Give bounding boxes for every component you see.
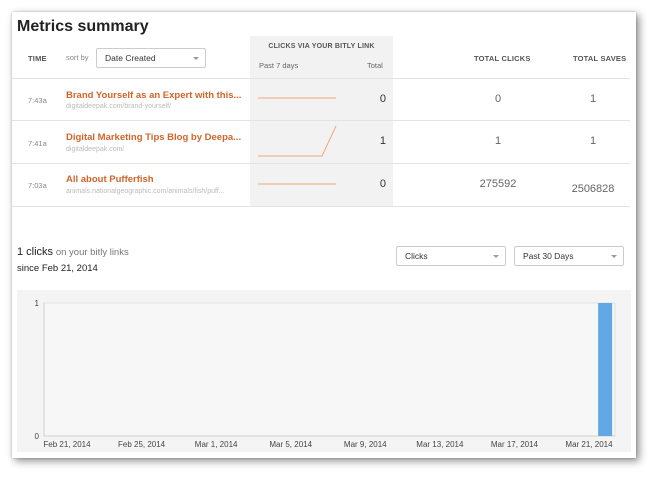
link-title[interactable]: Digital Marketing Tips Blog by Deepa... (66, 132, 241, 143)
row-time: 7:03a (28, 181, 47, 190)
divider (12, 206, 630, 207)
sort-select-value: Date Created (105, 53, 156, 63)
total-clicks-value: 0 (494, 93, 502, 105)
total-saves-value: 2506828 (571, 183, 615, 195)
sparkline (258, 183, 336, 185)
total-clicks-value: 275592 (479, 178, 517, 190)
clicks-total-label: Total (367, 61, 383, 70)
y-tick-label: 0 (35, 432, 40, 441)
x-tick-label: Mar 1, 2014 (195, 440, 238, 449)
link-url: digitaldeepak.com/brand-yourself/ (66, 103, 172, 110)
link-title[interactable]: Brand Yourself as an Expert with this... (66, 90, 241, 101)
row-time: 7:41a (28, 139, 47, 148)
bitly-total: 0 (379, 93, 386, 105)
chevron-down-icon (493, 255, 499, 258)
range-select[interactable]: Past 30 Days (514, 246, 624, 266)
clicks-chart: 0 1 Feb 21, 2014 Feb 25, 2014 Mar 1, 2014 Mar… (17, 290, 631, 452)
x-tick-label: Mar 9, 2014 (344, 440, 387, 449)
y-tick-label: 1 (35, 299, 40, 308)
clicks-suffix: on your bitly links (55, 247, 129, 258)
x-tick-label: Feb 21, 2014 (43, 440, 91, 449)
link-url: digitaldeepak.com/ (66, 146, 125, 153)
clicks-period-label: Past 7 days (259, 61, 299, 70)
row-time: 7:43a (28, 96, 47, 105)
total-clicks-header: TOTAL CLICKS (474, 54, 531, 63)
link-title[interactable]: All about Pufferfish (66, 174, 154, 185)
sort-by-label: sort by (66, 53, 89, 62)
chevron-down-icon (193, 57, 199, 60)
total-saves-value: 1 (589, 93, 597, 105)
chart-bar (598, 303, 613, 436)
col-time-header: TIME (28, 54, 47, 63)
page-title: Metrics summary (17, 18, 149, 35)
x-tick-label: Feb 25, 2014 (118, 440, 166, 449)
bitly-total: 1 (379, 135, 386, 147)
sparkline (258, 125, 337, 157)
divider (12, 163, 630, 164)
x-tick-label: Mar 21, 2014 (565, 440, 613, 449)
divider (12, 78, 630, 79)
sort-select[interactable]: Date Created (96, 48, 206, 68)
plot-area (43, 302, 616, 437)
x-tick-label: Mar 17, 2014 (491, 440, 539, 449)
clicks-summary: 1 clicks on your bitly links (17, 246, 129, 258)
total-saves-header: TOTAL SAVES (573, 54, 627, 63)
metric-select[interactable]: Clicks (396, 246, 506, 266)
link-url: animals.nationalgeographic.com/animals/f… (66, 188, 225, 195)
x-tick-label: Mar 13, 2014 (416, 440, 464, 449)
metrics-summary-card: Metrics summary TIME sort by Date Create… (12, 12, 636, 458)
range-select-value: Past 30 Days (523, 251, 574, 261)
chevron-down-icon (611, 255, 617, 258)
clicks-count: 1 clicks (17, 246, 54, 258)
sparkline (258, 97, 336, 99)
total-clicks-value: 1 (494, 135, 502, 147)
since-date: since Feb 21, 2014 (17, 263, 98, 274)
x-tick-label: Mar 5, 2014 (269, 440, 312, 449)
clicks-chart-svg: 0 1 Feb 21, 2014 Feb 25, 2014 Mar 1, 2014 Mar… (35, 299, 616, 449)
clicks-via-bitly-header: CLICKS VIA YOUR BITLY LINK (268, 43, 375, 50)
bitly-total: 0 (379, 178, 386, 190)
total-saves-value: 1 (589, 135, 597, 147)
divider (12, 120, 630, 121)
metric-select-value: Clicks (405, 251, 428, 261)
